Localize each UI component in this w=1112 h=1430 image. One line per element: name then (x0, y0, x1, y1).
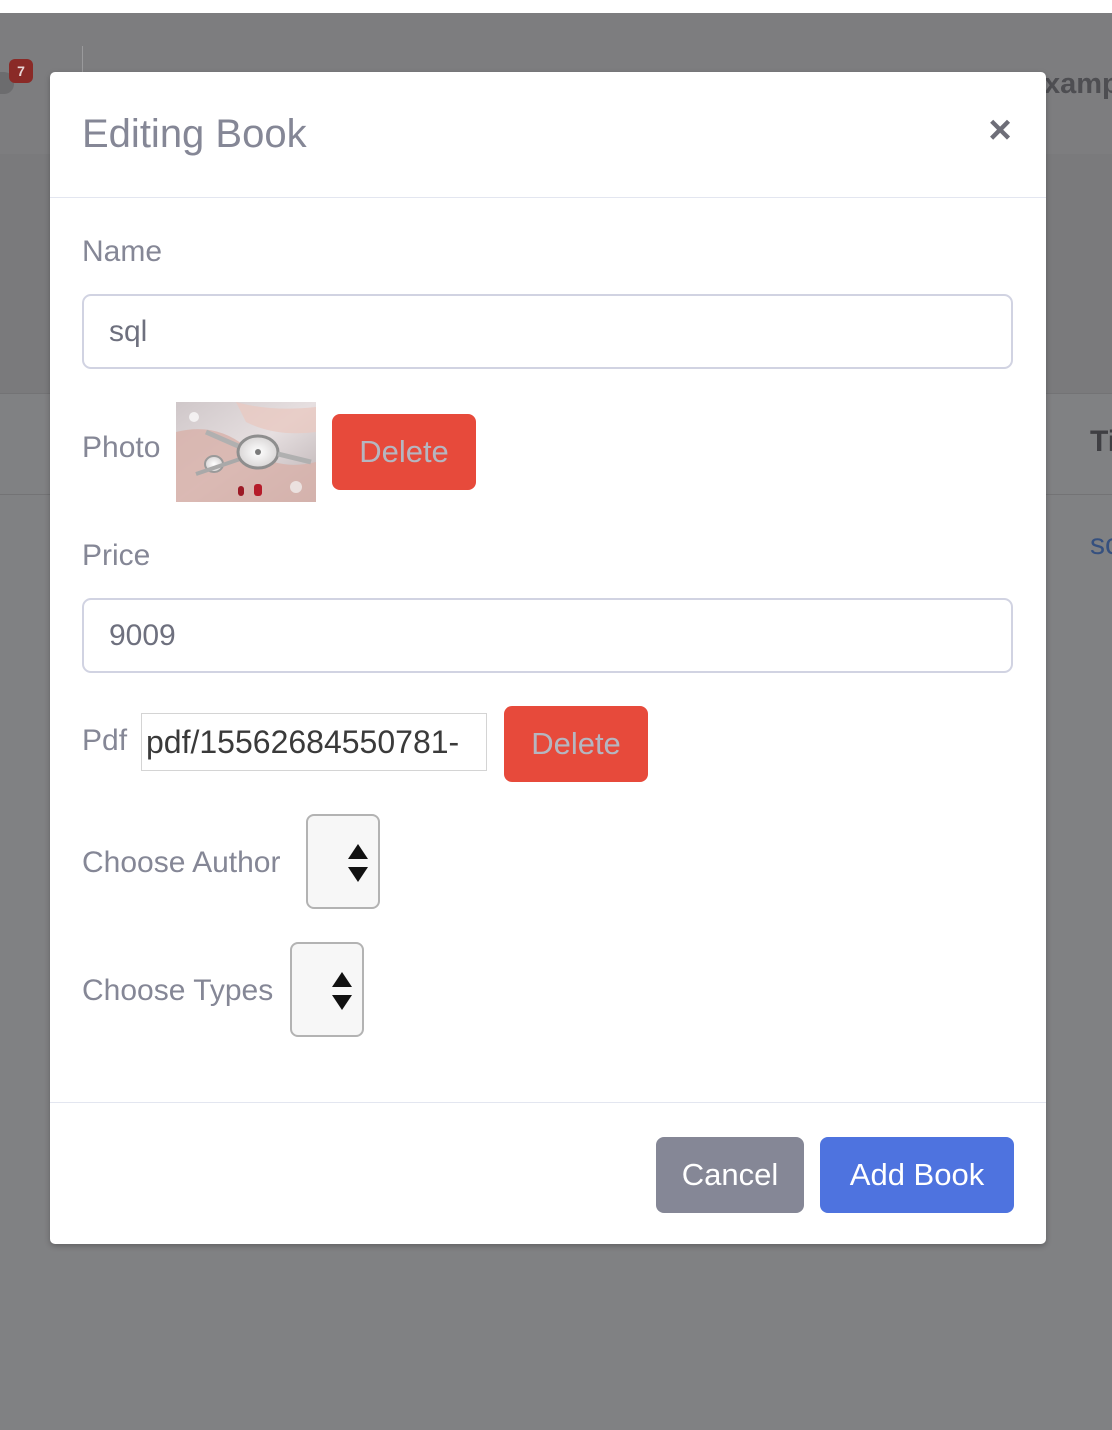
topbar-username: xamp (1044, 68, 1112, 100)
name-label: Name (82, 235, 163, 268)
price-label: Price (82, 539, 151, 572)
modal-title: Editing Book (82, 112, 307, 156)
page-top-edge (0, 0, 1112, 13)
pdf-path-field[interactable] (141, 713, 487, 771)
table-cell-link: sc (1090, 528, 1112, 561)
choose-author-label: Choose Author (82, 846, 281, 879)
choose-types-label: Choose Types (82, 974, 274, 1007)
close-button[interactable]: × (980, 108, 1020, 152)
name-input[interactable] (82, 294, 1013, 369)
add-book-button[interactable]: Add Book (820, 1137, 1014, 1213)
delete-photo-button[interactable]: Delete (332, 414, 476, 490)
wristwatch-photo-icon (176, 402, 316, 502)
notification-badge: 7 (9, 59, 33, 83)
select-arrows-icon (332, 972, 352, 1010)
modal-header: Editing Book × (50, 72, 1046, 198)
cancel-button[interactable]: Cancel (656, 1137, 804, 1213)
edit-book-modal: Editing Book × Name Photo (50, 72, 1046, 1244)
author-select[interactable] (306, 814, 380, 909)
book-photo-thumbnail (176, 402, 316, 502)
modal-footer: Cancel Add Book (50, 1102, 1046, 1245)
photo-label: Photo (82, 431, 161, 464)
table-column-header: Ti (1090, 425, 1112, 458)
delete-pdf-button[interactable]: Delete (504, 706, 648, 782)
pdf-label: Pdf (82, 724, 128, 757)
price-input[interactable] (82, 598, 1013, 673)
types-select[interactable] (290, 942, 364, 1037)
select-arrows-icon (348, 844, 368, 882)
